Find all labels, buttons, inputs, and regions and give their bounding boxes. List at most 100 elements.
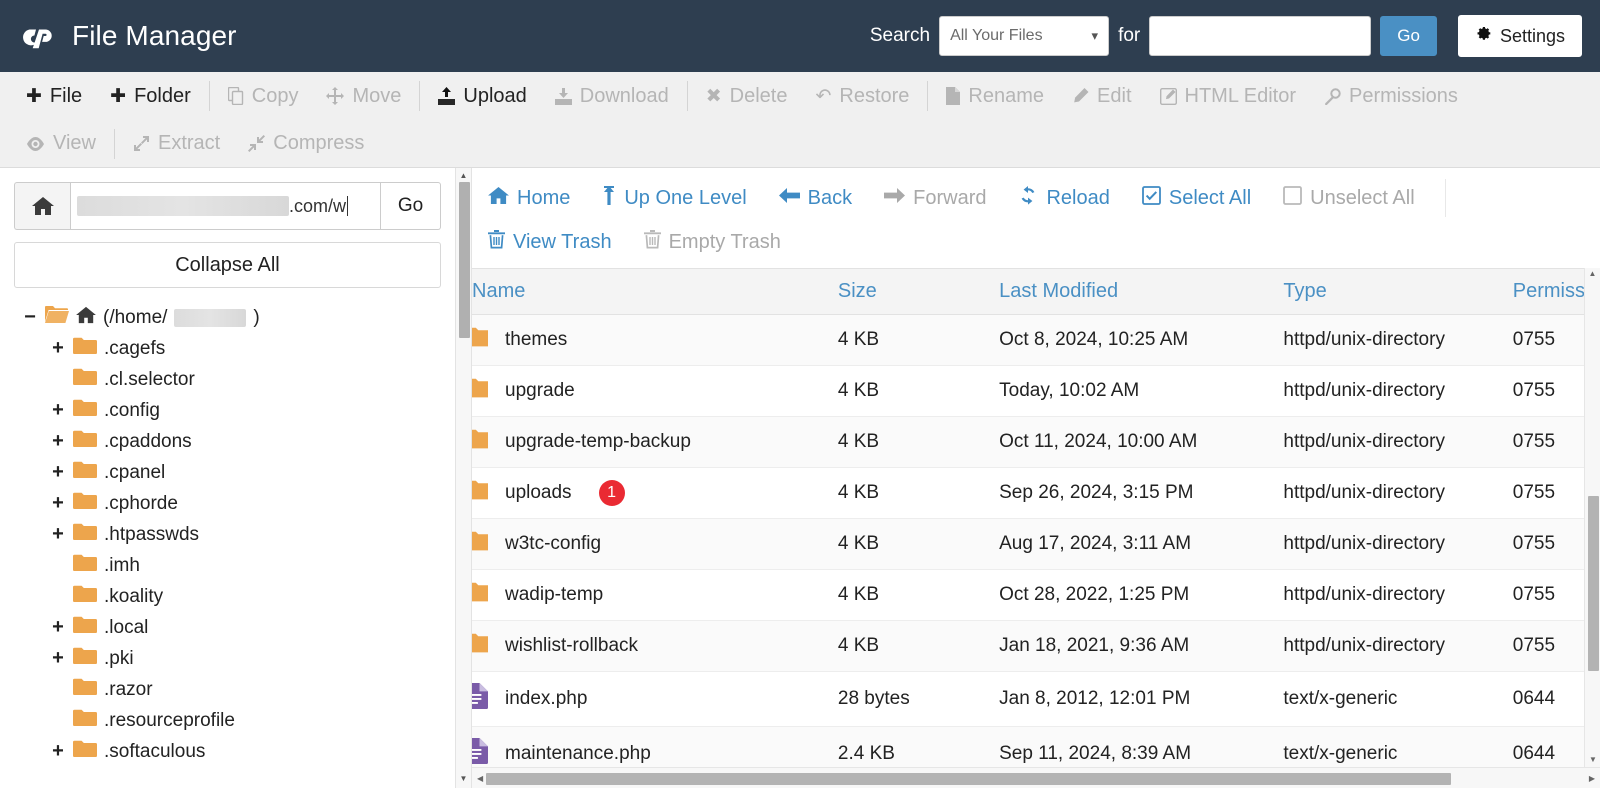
horizontal-scroll-track[interactable] — [486, 772, 1586, 785]
nav-home-button[interactable]: Home — [472, 186, 586, 211]
tree-toggle-icon[interactable]: + — [50, 616, 66, 639]
tree-item-softaculous[interactable]: + .softaculous — [14, 736, 441, 767]
tree-item-cagefs[interactable]: + .cagefs — [14, 333, 441, 364]
cell-name[interactable]: upgrade — [472, 365, 838, 417]
tree-toggle-icon[interactable]: + — [50, 430, 66, 453]
toolbar-new-folder-button[interactable]: ✚ Folder — [96, 76, 205, 116]
column-header-size[interactable]: Size — [837, 268, 1000, 315]
home-icon[interactable] — [14, 182, 70, 230]
file-list-scrollbar-thumb[interactable] — [1588, 496, 1599, 671]
tree-item-config[interactable]: + .config — [14, 395, 441, 426]
table-row[interactable]: themes 4 KB Oct 8, 2024, 10:25 AM httpd/uni… — [472, 314, 1600, 366]
tree-toggle-icon[interactable]: + — [50, 740, 66, 763]
tree-item-htpasswds[interactable]: + .htpasswds — [14, 519, 441, 550]
nav-select-all-button[interactable]: Select All — [1126, 185, 1267, 211]
tree-item-koality[interactable]: + .koality — [14, 581, 441, 612]
action-toolbar: ✚ File ✚ Folder Copy Move Upload Downloa… — [0, 72, 1600, 168]
tree-toggle-icon[interactable]: − — [22, 306, 38, 329]
nav-view-trash-button[interactable]: View Trash — [472, 229, 628, 255]
tree-item-resourceprofile[interactable]: + .resourceprofile — [14, 705, 441, 736]
cell-name[interactable]: uploads 1 — [472, 467, 838, 519]
table-row[interactable]: wishlist-rollback 4 KB Jan 18, 2021, 9:36 … — [472, 620, 1600, 672]
tree-root-item[interactable]: − (/home/ ) — [14, 302, 441, 333]
tree-toggle-icon[interactable]: + — [50, 647, 66, 670]
file-table: Name Size Last Modified Type Permissions… — [472, 268, 1600, 767]
toolbar-upload-button[interactable]: Upload — [424, 76, 540, 116]
table-row[interactable]: upgrade 4 KB Today, 10:02 AM httpd/unix-dir… — [472, 365, 1600, 417]
column-header-last-modified[interactable]: Last Modified — [999, 268, 1284, 315]
cell-name[interactable]: index.php — [472, 671, 838, 727]
tree-item-cphorde[interactable]: + .cphorde — [14, 488, 441, 519]
nav-up-one-level-button[interactable]: Up One Level — [586, 185, 762, 211]
tree-item-label: .local — [104, 616, 149, 638]
tree-item-cpaddons[interactable]: + .cpaddons — [14, 426, 441, 457]
file-table-scroll-region: Name Size Last Modified Type Permissions… — [472, 268, 1600, 767]
tree-toggle-icon: + — [50, 585, 66, 608]
copy-icon — [227, 87, 244, 105]
cell-name[interactable]: upgrade-temp-backup — [472, 416, 838, 468]
tree-toggle-icon[interactable]: + — [50, 492, 66, 515]
search-go-button[interactable]: Go — [1380, 16, 1437, 56]
scroll-left-arrow-icon[interactable]: ◀ — [477, 774, 483, 783]
file-list-panel: Home Up One Level Back Forward Reload Se… — [472, 168, 1600, 788]
cell-last-modified: Oct 11, 2024, 10:00 AM — [999, 416, 1284, 468]
cpanel-logo-icon — [18, 16, 58, 56]
tree-item-cpanel[interactable]: + .cpanel — [14, 457, 441, 488]
table-row[interactable]: wadip-temp 4 KB Oct 28, 2022, 1:25 PM httpd… — [472, 569, 1600, 621]
path-suffix: .com/w — [289, 195, 347, 216]
tree-toggle-icon[interactable]: + — [50, 337, 66, 360]
sidebar-scrollbar-thumb[interactable] — [459, 182, 470, 338]
table-row[interactable]: uploads 1 4 KB Sep 26, 2024, 3:15 PM httpd/u… — [472, 467, 1600, 519]
column-header-name[interactable]: Name — [472, 268, 838, 315]
folder-icon — [73, 615, 97, 640]
nav-back-button[interactable]: Back — [763, 187, 868, 210]
scroll-down-arrow-icon[interactable]: ▼ — [1585, 754, 1600, 765]
path-go-button[interactable]: Go — [381, 182, 441, 230]
checkbox-checked-icon — [1141, 185, 1161, 211]
trash-icon — [643, 229, 661, 255]
table-row[interactable]: w3tc-config 4 KB Aug 17, 2024, 3:11 AM http… — [472, 518, 1600, 570]
scroll-right-arrow-icon[interactable]: ▶ — [1589, 774, 1595, 783]
tree-item-local[interactable]: + .local — [14, 612, 441, 643]
scroll-up-arrow-icon[interactable]: ▲ — [1585, 268, 1600, 279]
cell-name[interactable]: themes — [472, 314, 838, 366]
table-row[interactable]: index.php 28 bytes Jan 8, 2012, 12:01 PM te… — [472, 671, 1600, 727]
collapse-all-button[interactable]: Collapse All — [14, 242, 441, 288]
table-row[interactable]: maintenance.php 2.4 KB Sep 11, 2024, 8:39 … — [472, 726, 1600, 767]
tree-item-pki[interactable]: + .pki — [14, 643, 441, 674]
key-icon — [1324, 87, 1341, 105]
tree-toggle-icon[interactable]: + — [50, 399, 66, 422]
folder-icon — [73, 553, 97, 578]
file-list-horizontal-scrollbar[interactable]: ◀ ▶ — [472, 767, 1600, 788]
cell-name[interactable]: wadip-temp — [472, 569, 838, 621]
home-icon — [488, 186, 509, 211]
tree-item-imh[interactable]: + .imh — [14, 550, 441, 581]
tree-toggle-icon[interactable]: + — [50, 523, 66, 546]
cell-last-modified: Jan 8, 2012, 12:01 PM — [999, 671, 1284, 727]
cell-name[interactable]: w3tc-config — [472, 518, 838, 570]
column-header-type[interactable]: Type — [1283, 268, 1513, 315]
file-list-vertical-scrollbar[interactable]: ▲ ▼ — [1584, 268, 1600, 767]
search-scope-select[interactable]: All Your Files ▾ — [939, 16, 1110, 56]
search-for-label: for — [1118, 25, 1141, 46]
settings-button[interactable]: Settings — [1457, 15, 1582, 57]
cell-last-modified: Today, 10:02 AM — [999, 365, 1284, 417]
tree-item-cl-selector[interactable]: + .cl.selector — [14, 364, 441, 395]
tree-toggle-icon[interactable]: + — [50, 461, 66, 484]
toolbar-item-label: View — [53, 132, 96, 154]
toolbar-item-label: Compress — [273, 132, 365, 154]
cell-type: httpd/unix-directory — [1283, 416, 1513, 468]
table-row[interactable]: upgrade-temp-backup 4 KB Oct 11, 2024, 10:… — [472, 416, 1600, 468]
scroll-down-arrow-icon[interactable]: ▼ — [460, 771, 468, 787]
horizontal-scrollbar-thumb[interactable] — [486, 772, 1451, 785]
path-input[interactable]: .com/w — [70, 182, 381, 230]
toolbar-new-file-button[interactable]: ✚ File — [12, 76, 96, 116]
file-nav-bar: Home Up One Level Back Forward Reload Se… — [472, 168, 1600, 268]
nav-reload-button[interactable]: Reload — [1002, 185, 1125, 211]
sidebar-scrollbar[interactable]: ▲ ▼ — [455, 168, 472, 788]
cell-size: 4 KB — [837, 314, 1000, 366]
search-input[interactable] — [1149, 16, 1372, 56]
tree-item-razor[interactable]: + .razor — [14, 674, 441, 705]
cell-name[interactable]: wishlist-rollback — [472, 620, 838, 672]
cell-name[interactable]: maintenance.php — [472, 726, 838, 767]
